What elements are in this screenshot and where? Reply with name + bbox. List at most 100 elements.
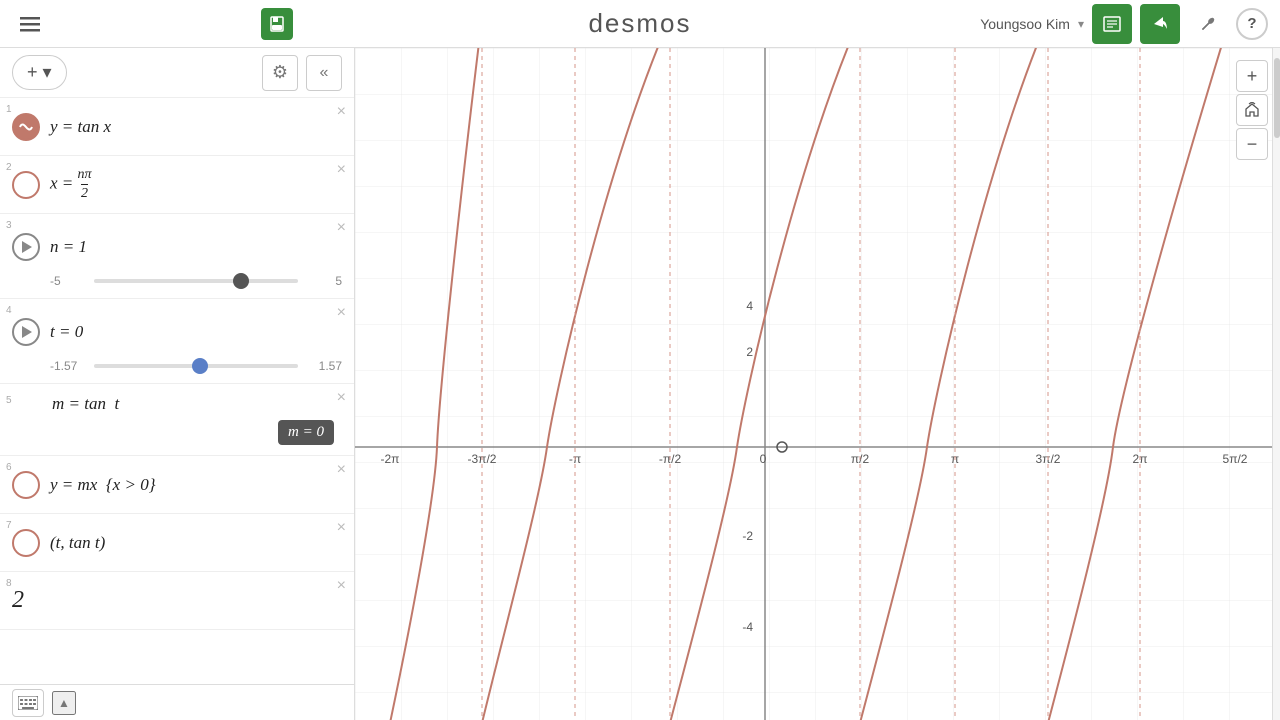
expr-formula-row-5: m = tan t × <box>50 394 342 414</box>
x-label-5pi2: 5π/2 <box>1223 452 1248 466</box>
expression-row-3[interactable]: 3 n = 1 × -5 5 <box>0 214 354 299</box>
graph-canvas: -2π -3π/2 -π -π/2 0 π/2 π 3π/2 2π 5π/2 4… <box>355 48 1280 720</box>
expr-close-2[interactable]: × <box>337 162 346 178</box>
slider-thumb-4[interactable] <box>192 358 208 374</box>
expression-list: 1 y = tan x × 2 <box>0 98 354 684</box>
expression-row-5[interactable]: 5 m = tan t × m = 0 <box>0 384 354 456</box>
keyboard-bar: ▲ <box>0 684 354 720</box>
expr-formula-8: 2 <box>12 587 342 614</box>
x-label-0: 0 <box>760 452 767 466</box>
expression-row-1[interactable]: 1 y = tan x × <box>0 98 354 156</box>
user-chevron: ▾ <box>1078 17 1084 31</box>
expr-content-8: 2 <box>12 587 342 614</box>
expr-formula-4: t = 0 <box>50 322 342 342</box>
left-panel: + ▾ ⚙ « 1 y = tan x <box>0 48 355 720</box>
title-area: Untitled Graph <box>56 8 293 40</box>
x-label-neg2pi: -2π <box>381 452 400 466</box>
graph-title-input[interactable]: Untitled Graph <box>56 15 255 32</box>
help-icon: ? <box>1247 15 1256 32</box>
save-button[interactable] <box>261 8 293 40</box>
expr-close-1[interactable]: × <box>337 104 346 120</box>
row-number-7: 7 <box>6 520 12 531</box>
panel-toolbar: + ▾ ⚙ « <box>0 48 354 98</box>
slider-track-4[interactable] <box>94 364 298 368</box>
expr-formula-7: (t, tan t) <box>50 533 342 553</box>
expr-item-inner-3: 3 n = 1 × <box>0 214 354 272</box>
expr-formula-1: y = tan x <box>50 117 342 137</box>
slider-thumb-3[interactable] <box>233 273 249 289</box>
menu-button[interactable] <box>12 6 48 42</box>
wave-icon <box>19 120 33 134</box>
chevron-up-icon: ▲ <box>58 696 70 710</box>
slider-row-3: -5 5 <box>0 272 354 298</box>
expr-close-8[interactable]: × <box>337 578 346 594</box>
slider-min-3: -5 <box>50 274 86 288</box>
expr-content-4: t = 0 <box>50 322 342 342</box>
badge-container-5: m = 0 <box>50 414 342 445</box>
expression-row-2[interactable]: 2 x = nπ2 × <box>0 156 354 214</box>
expr-content-6: y = mx {x > 0} <box>50 475 342 495</box>
expr-icon-2[interactable] <box>12 171 40 199</box>
row-number-2: 2 <box>6 162 12 173</box>
zoom-in-button[interactable]: + <box>1236 60 1268 92</box>
zoom-controls: + − <box>1236 60 1268 160</box>
expr-close-6[interactable]: × <box>337 462 346 478</box>
collapse-panel-button[interactable]: « <box>306 55 342 91</box>
expr-close-4[interactable]: × <box>337 305 346 321</box>
expr-close-5[interactable]: × <box>337 390 346 406</box>
wrench-icon <box>1199 15 1217 33</box>
row-number-1: 1 <box>6 104 12 115</box>
user-name[interactable]: Youngsoo Kim <box>980 16 1070 32</box>
row-number-8: 8 <box>6 578 12 589</box>
expr-icon-1[interactable] <box>12 113 40 141</box>
slider-track-3[interactable] <box>94 279 298 283</box>
share-button[interactable] <box>1140 4 1180 44</box>
zoom-out-button[interactable]: − <box>1236 128 1268 160</box>
slider-max-3: 5 <box>306 274 342 288</box>
zoom-home-button[interactable] <box>1236 94 1268 126</box>
main-layout: + ▾ ⚙ « 1 y = tan x <box>0 48 1280 720</box>
help-button[interactable]: ? <box>1236 8 1268 40</box>
row-num-container-5: 5 <box>6 390 12 408</box>
expr-close-7[interactable]: × <box>337 520 346 536</box>
expr-content-2: x = nπ2 <box>50 167 342 203</box>
slider-min-4: -1.57 <box>50 359 86 373</box>
expression-row-6[interactable]: 6 y = mx {x > 0} × <box>0 456 354 514</box>
add-expression-button[interactable]: + ▾ <box>12 55 67 90</box>
expr-icon-7[interactable] <box>12 529 40 557</box>
row-number-6: 6 <box>6 462 12 473</box>
expr-icon-play-4[interactable] <box>12 318 40 346</box>
scrollbar-thumb[interactable] <box>1274 58 1280 138</box>
row-number-3: 3 <box>6 220 12 231</box>
y-label-2: 2 <box>746 345 753 359</box>
keyboard-toggle-button[interactable] <box>12 689 44 717</box>
expr-content-1: y = tan x <box>50 117 342 137</box>
expr-content-3: n = 1 <box>50 237 342 257</box>
graph-settings-button[interactable]: ⚙ <box>262 55 298 91</box>
keyboard-chevron-button[interactable]: ▲ <box>52 691 76 715</box>
row-number-5: 5 <box>6 395 12 406</box>
expr-formula-row-1: y = tan x <box>50 117 342 137</box>
expr-item-inner-4: 4 t = 0 × <box>0 299 354 357</box>
topbar-right: Youngsoo Kim ▾ ? <box>980 4 1280 44</box>
expression-row-7[interactable]: 7 (t, tan t) × <box>0 514 354 572</box>
expr-formula-6: y = mx {x > 0} <box>50 475 342 495</box>
expr-icon-6[interactable] <box>12 471 40 499</box>
slider-max-4: 1.57 <box>306 359 342 373</box>
expression-row-4[interactable]: 4 t = 0 × -1.57 1.57 <box>0 299 354 384</box>
expression-row-8[interactable]: 8 2 × <box>0 572 354 630</box>
expr-content-7: (t, tan t) <box>50 533 342 553</box>
expr-close-3[interactable]: × <box>337 220 346 236</box>
save-icon <box>269 16 285 32</box>
hamburger-icon <box>20 14 40 34</box>
slider-row-4: -1.57 1.57 <box>0 357 354 383</box>
my-graphs-button[interactable] <box>1092 4 1132 44</box>
graph-area[interactable]: -2π -3π/2 -π -π/2 0 π/2 π 3π/2 2π 5π/2 4… <box>355 48 1280 720</box>
graph-scrollbar[interactable] <box>1272 48 1280 720</box>
desmos-logo: desmos <box>588 8 691 38</box>
expr-icon-play-3[interactable] <box>12 233 40 261</box>
expr-formula-5: m = tan t <box>52 394 342 414</box>
y-label-4: 4 <box>746 299 753 313</box>
keyboard-icon <box>18 696 38 710</box>
tools-button[interactable] <box>1188 4 1228 44</box>
